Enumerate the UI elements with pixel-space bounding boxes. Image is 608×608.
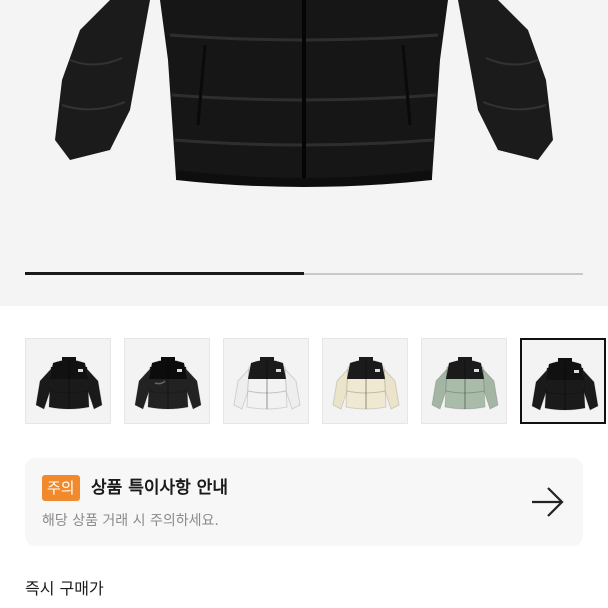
- gallery-progress-bar: [25, 272, 583, 275]
- product-notice-card[interactable]: 주의 상품 특이사항 안내 해당 상품 거래 시 주의하세요.: [25, 458, 583, 546]
- jacket-thumbnail-image: [35, 357, 103, 410]
- jacket-thumbnail-image: [332, 357, 400, 410]
- notice-description: 해당 상품 거래 시 주의하세요.: [42, 513, 219, 529]
- jacket-thumbnail-image: [233, 357, 301, 410]
- thumb-cream-jacket[interactable]: [322, 338, 408, 424]
- gallery-progress-fill: [25, 272, 304, 275]
- notice-title: 상품 특이사항 안내: [91, 478, 228, 498]
- thumb-black-jacket[interactable]: [25, 338, 111, 424]
- warning-badge: 주의: [42, 475, 80, 501]
- thumb-black-glossy-jacket[interactable]: [124, 338, 210, 424]
- instant-buy-price-label: 즉시 구매가: [25, 579, 104, 598]
- thumb-white-jacket[interactable]: [223, 338, 309, 424]
- thumbnail-strip: [0, 338, 608, 426]
- jacket-photo: [55, 0, 553, 187]
- jacket-thumbnail-image: [531, 358, 599, 411]
- thumb-black-jacket-2[interactable]: [520, 338, 606, 424]
- product-hero-image[interactable]: [0, 0, 608, 306]
- jacket-thumbnail-image: [431, 357, 499, 410]
- thumb-sage-jacket[interactable]: [421, 338, 507, 424]
- arrow-right-icon[interactable]: [529, 484, 565, 520]
- jacket-thumbnail-image: [134, 357, 202, 410]
